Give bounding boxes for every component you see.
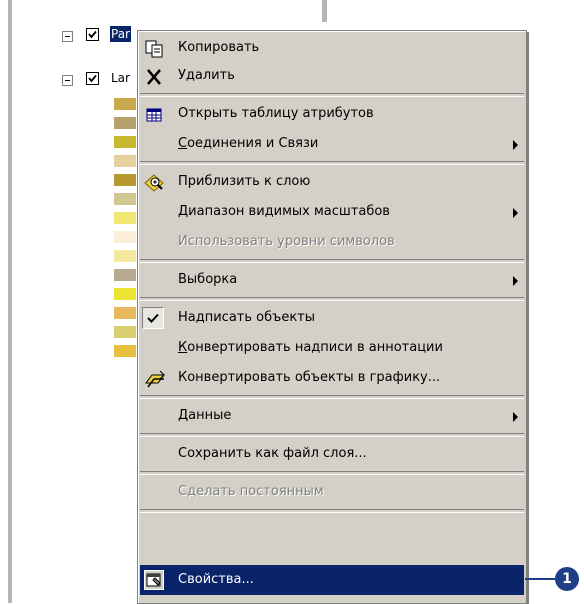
layer-context-menu: Копировать Удалить Открыть таблицу атриб…	[137, 30, 527, 604]
menu-item-label: Надписать объекты	[178, 310, 316, 325]
menu-item-label-features[interactable]: Надписать объекты	[140, 303, 524, 333]
menu-item-label: Свойства...	[178, 572, 254, 587]
layer-name[interactable]: Par	[110, 26, 131, 42]
legend-swatch	[114, 288, 136, 300]
menu-item-zoom-to-layer[interactable]: Приблизить к слою	[140, 167, 524, 197]
checkmark-icon	[88, 30, 97, 39]
callout-leader-line	[525, 578, 557, 580]
legend-swatch	[114, 117, 136, 129]
menu-separator	[140, 297, 524, 301]
submenu-arrow-icon	[513, 140, 518, 150]
legend-swatch	[114, 212, 136, 224]
menu-item-open-attribute-table[interactable]: Открыть таблицу атрибутов	[140, 99, 524, 129]
menu-item-copy[interactable]: Копировать	[140, 33, 524, 63]
menu-item-save-as-layer-file[interactable]: Сохранить как файл слоя...	[140, 439, 524, 469]
menu-item-label: Конвертировать надписи в аннотации	[178, 340, 443, 355]
legend-swatch	[114, 98, 136, 110]
table-icon	[144, 105, 164, 125]
legend-swatch	[114, 250, 136, 262]
submenu-arrow-icon	[513, 208, 518, 218]
menu-item-selection[interactable]: Выборка	[140, 265, 524, 295]
menu-separator	[140, 509, 524, 513]
menu-item-delete[interactable]: Удалить	[140, 61, 524, 91]
menu-item-label: Диапазон видимых масштабов	[178, 204, 390, 219]
legend-swatch	[114, 136, 136, 148]
submenu-arrow-icon	[513, 276, 518, 286]
callout-badge: 1	[555, 567, 579, 591]
delete-icon	[144, 67, 164, 87]
menu-separator	[140, 433, 524, 437]
legend-swatch	[114, 193, 136, 205]
legend-swatch	[114, 231, 136, 243]
menu-item-make-permanent: Сделать постоянным	[140, 477, 524, 507]
menu-separator	[140, 161, 524, 165]
left-panel-border	[8, 0, 12, 603]
legend-swatch	[114, 307, 136, 319]
convert-graphics-icon	[144, 369, 165, 389]
legend-swatch	[114, 269, 136, 281]
menu-item-properties[interactable]: Свойства...	[140, 565, 524, 595]
checkmark-icon	[142, 307, 164, 329]
menu-item-visible-scale-range[interactable]: Диапазон видимых масштабов	[140, 197, 524, 227]
legend-swatch	[114, 326, 136, 338]
menu-item-joins-relates[interactable]: Соединения и Связи	[140, 129, 524, 159]
menu-item-label: Использовать уровни символов	[178, 234, 395, 249]
menu-separator	[140, 93, 524, 97]
layer-visibility-checkbox[interactable]	[86, 28, 99, 41]
menu-separator	[140, 471, 524, 475]
layer-visibility-checkbox[interactable]	[86, 72, 99, 85]
menu-item-label: Копировать	[178, 40, 260, 55]
menu-item-use-symbol-levels: Использовать уровни символов	[140, 227, 524, 257]
menu-item-label: Выборка	[178, 272, 238, 287]
menu-item-label: Удалить	[178, 68, 235, 83]
legend-swatch	[114, 345, 136, 357]
checkmark-icon	[88, 74, 97, 83]
copy-icon	[144, 39, 164, 59]
splitter-handle[interactable]	[322, 0, 327, 22]
menu-item-convert-labels-to-annotation[interactable]: Конвертировать надписи в аннотации	[140, 333, 524, 363]
menu-item-label: Сохранить как файл слоя...	[178, 446, 367, 461]
menu-separator	[140, 259, 524, 263]
menu-item-label: Данные	[178, 408, 232, 423]
menu-item-label: Приблизить к слою	[178, 174, 311, 189]
zoom-to-layer-icon	[144, 173, 164, 193]
properties-icon	[144, 570, 164, 590]
submenu-arrow-icon	[513, 412, 518, 422]
menu-separator	[140, 395, 524, 399]
legend-swatch	[114, 155, 136, 167]
menu-item-label: Открыть таблицу атрибутов	[178, 106, 374, 121]
menu-item-label: Конвертировать объекты в графику...	[178, 370, 441, 385]
layer-name[interactable]: Lar	[110, 70, 131, 86]
menu-item-label: Соединения и Связи	[178, 136, 319, 151]
menu-item-data[interactable]: Данные	[140, 401, 524, 431]
menu-item-convert-features-to-graphics[interactable]: Конвертировать объекты в графику...	[140, 363, 524, 393]
menu-item-label: Сделать постоянным	[178, 484, 324, 499]
collapse-icon[interactable]	[62, 31, 73, 42]
collapse-icon[interactable]	[62, 75, 73, 86]
legend-swatch	[114, 174, 136, 186]
